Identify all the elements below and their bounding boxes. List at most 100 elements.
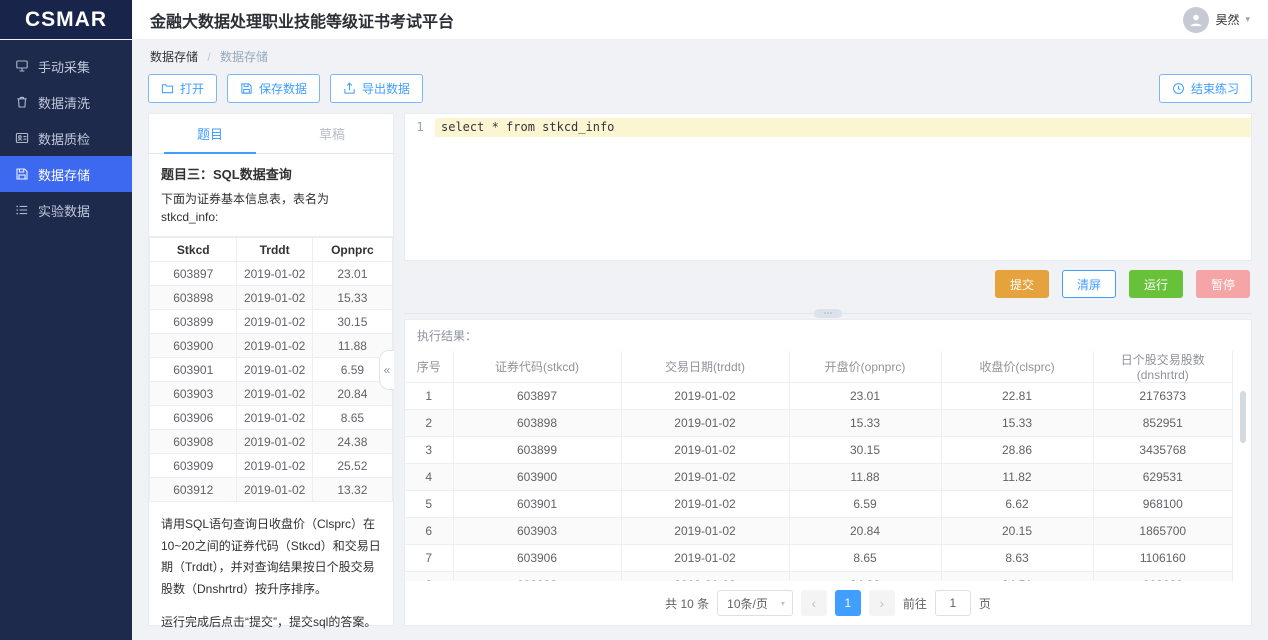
cell-index: 7 bbox=[405, 545, 453, 572]
cell-trddt: 2019-01-02 bbox=[237, 406, 312, 430]
cell-clsprc: 11.82 bbox=[941, 464, 1093, 491]
prev-page-button[interactable]: ‹ bbox=[801, 590, 827, 616]
sidebar-item-manual-collect[interactable]: 手动采集 bbox=[0, 48, 132, 84]
cell-opnprc: 23.01 bbox=[312, 262, 392, 286]
sidebar-item-data-clean[interactable]: 数据清洗 bbox=[0, 84, 132, 120]
user-menu[interactable]: 昊然 ▾ bbox=[1183, 7, 1250, 33]
sidebar-item-data-quality[interactable]: 数据质检 bbox=[0, 120, 132, 156]
cell-index: 3 bbox=[405, 437, 453, 464]
drag-dots-icon: ⋯ bbox=[824, 309, 833, 318]
cell-stkcd: 603906 bbox=[453, 545, 621, 572]
question-table-row: 603898 2019-01-02 15.33 bbox=[150, 286, 393, 310]
question-instructions: 请用SQL语句查询日收盘价（Clsprc）在10~20之间的证券代码（Stkcd… bbox=[149, 502, 393, 600]
sidebar-item-label: 手动采集 bbox=[38, 57, 90, 76]
cell-index: 2 bbox=[405, 410, 453, 437]
pause-button[interactable]: 暂停 bbox=[1196, 270, 1250, 298]
question-table-row: 603899 2019-01-02 30.15 bbox=[150, 310, 393, 334]
end-practice-button[interactable]: 结束练习 bbox=[1159, 74, 1252, 103]
question-table: Stkcd Trddt Opnprc 603897 2019-01-02 bbox=[149, 237, 393, 502]
sidebar-item-label: 数据质检 bbox=[38, 129, 90, 148]
sql-code-input[interactable]: select * from stkcd_info bbox=[435, 118, 1251, 137]
sidebar: 手动采集 数据清洗 数据质检 数据存储 实验数据 bbox=[0, 40, 132, 640]
cell-index: 5 bbox=[405, 491, 453, 518]
cell-dnshrtrd: 968100 bbox=[1093, 491, 1233, 518]
results-header: 开盘价(opnprc) bbox=[789, 351, 941, 383]
table-row: 7 603906 2019-01-02 8.65 8.63 1106160 bbox=[405, 545, 1233, 572]
cell-stkcd: 603903 bbox=[453, 518, 621, 545]
save-data-button-label: 保存数据 bbox=[259, 80, 307, 97]
cell-clsprc: 6.62 bbox=[941, 491, 1093, 518]
open-button[interactable]: 打开 bbox=[148, 74, 217, 103]
run-button[interactable]: 运行 bbox=[1129, 270, 1183, 298]
results-panel: 执行结果： 序号 证券代码(stkcd) 交易日期(trddt) 开盘价(op bbox=[404, 319, 1252, 626]
question-table-row: 603901 2019-01-02 6.59 bbox=[150, 358, 393, 382]
pagination-total: 共 10 条 bbox=[665, 595, 709, 612]
splitter-drag-handle[interactable]: ⋯ bbox=[814, 309, 842, 318]
sql-editor: 1 select * from stkcd_info bbox=[404, 113, 1252, 261]
cell-trddt: 2019-01-02 bbox=[237, 262, 312, 286]
sidebar-item-experiment-data[interactable]: 实验数据 bbox=[0, 192, 132, 228]
goto-label: 前往 bbox=[903, 595, 927, 612]
question-table-row: 603906 2019-01-02 8.65 bbox=[150, 406, 393, 430]
list-icon bbox=[15, 203, 29, 217]
sidebar-item-label: 数据存储 bbox=[38, 165, 90, 184]
chevron-down-icon: ▾ bbox=[1245, 14, 1250, 25]
chevron-down-icon: ▾ bbox=[781, 599, 785, 608]
collapse-left-icon: « bbox=[384, 363, 391, 377]
sidebar-item-label: 实验数据 bbox=[38, 201, 90, 220]
trash-icon bbox=[15, 95, 29, 109]
results-header: 证券代码(stkcd) bbox=[453, 351, 621, 383]
cell-opnprc: 6.59 bbox=[789, 491, 941, 518]
export-data-button[interactable]: 导出数据 bbox=[330, 74, 423, 103]
sidebar-item-data-storage[interactable]: 数据存储 bbox=[0, 156, 132, 192]
id-card-icon bbox=[15, 131, 29, 145]
cell-index: 1 bbox=[405, 383, 453, 410]
editor-line: 1 select * from stkcd_info bbox=[405, 118, 1251, 137]
results-table: 序号 证券代码(stkcd) 交易日期(trddt) 开盘价(opnprc) 收… bbox=[405, 351, 1233, 581]
cell-stkcd: 603899 bbox=[150, 310, 237, 334]
submit-button[interactable]: 提交 bbox=[995, 270, 1049, 298]
pagination: 共 10 条 10条/页 ▾ ‹ 1 › bbox=[405, 581, 1251, 625]
editor-line-number: 1 bbox=[405, 118, 435, 137]
table-row: 6 603903 2019-01-02 20.84 20.15 1865700 bbox=[405, 518, 1233, 545]
folder-icon bbox=[161, 82, 174, 95]
cell-index: 4 bbox=[405, 464, 453, 491]
cell-dnshrtrd: 963600 bbox=[1093, 572, 1233, 582]
results-header: 日个股交易股数(dnshrtrd) bbox=[1093, 351, 1233, 383]
question-panel: 题目 草稿 题目三：SQL数据查询 下面为证券基本信息表，表名为stkcd_in… bbox=[148, 113, 394, 626]
cell-opnprc: 13.32 bbox=[312, 478, 392, 502]
cell-index: 6 bbox=[405, 518, 453, 545]
cell-opnprc: 23.01 bbox=[789, 383, 941, 410]
clock-icon bbox=[1172, 82, 1185, 95]
user-icon bbox=[1188, 12, 1204, 28]
question-title: 题目三：SQL数据查询 bbox=[149, 154, 393, 190]
breadcrumb-separator: / bbox=[207, 50, 210, 64]
app-body: 手动采集 数据清洗 数据质检 数据存储 实验数据 数据存储 bbox=[0, 40, 1268, 640]
sidebar-item-label: 数据清洗 bbox=[38, 93, 90, 112]
tab-draft[interactable]: 草稿 bbox=[271, 114, 393, 153]
cell-clsprc: 28.86 bbox=[941, 437, 1093, 464]
cell-trddt: 2019-01-02 bbox=[237, 478, 312, 502]
cell-opnprc: 30.15 bbox=[789, 437, 941, 464]
question-table-row: 603908 2019-01-02 24.38 bbox=[150, 430, 393, 454]
cell-trddt: 2019-01-02 bbox=[621, 491, 789, 518]
clear-screen-button[interactable]: 清屏 bbox=[1062, 270, 1116, 298]
vertical-scrollbar[interactable] bbox=[1240, 391, 1246, 443]
breadcrumb-level2: 数据存储 bbox=[220, 50, 268, 64]
panel-collapse-button[interactable]: « bbox=[379, 350, 394, 390]
cell-trddt: 2019-01-02 bbox=[237, 310, 312, 334]
cell-stkcd: 603897 bbox=[150, 262, 237, 286]
cell-stkcd: 603912 bbox=[150, 478, 237, 502]
export-icon bbox=[343, 82, 356, 95]
save-data-button[interactable]: 保存数据 bbox=[227, 74, 320, 103]
cell-opnprc: 11.88 bbox=[789, 464, 941, 491]
cell-stkcd: 603908 bbox=[453, 572, 621, 582]
goto-page-input[interactable] bbox=[935, 590, 971, 616]
tab-question[interactable]: 题目 bbox=[149, 114, 271, 153]
page-number-button[interactable]: 1 bbox=[835, 590, 861, 616]
page-size-select[interactable]: 10条/页 ▾ bbox=[717, 590, 793, 616]
cell-stkcd: 603901 bbox=[453, 491, 621, 518]
next-page-button[interactable]: › bbox=[869, 590, 895, 616]
cell-stkcd: 603899 bbox=[453, 437, 621, 464]
breadcrumb-level1[interactable]: 数据存储 bbox=[150, 50, 198, 64]
